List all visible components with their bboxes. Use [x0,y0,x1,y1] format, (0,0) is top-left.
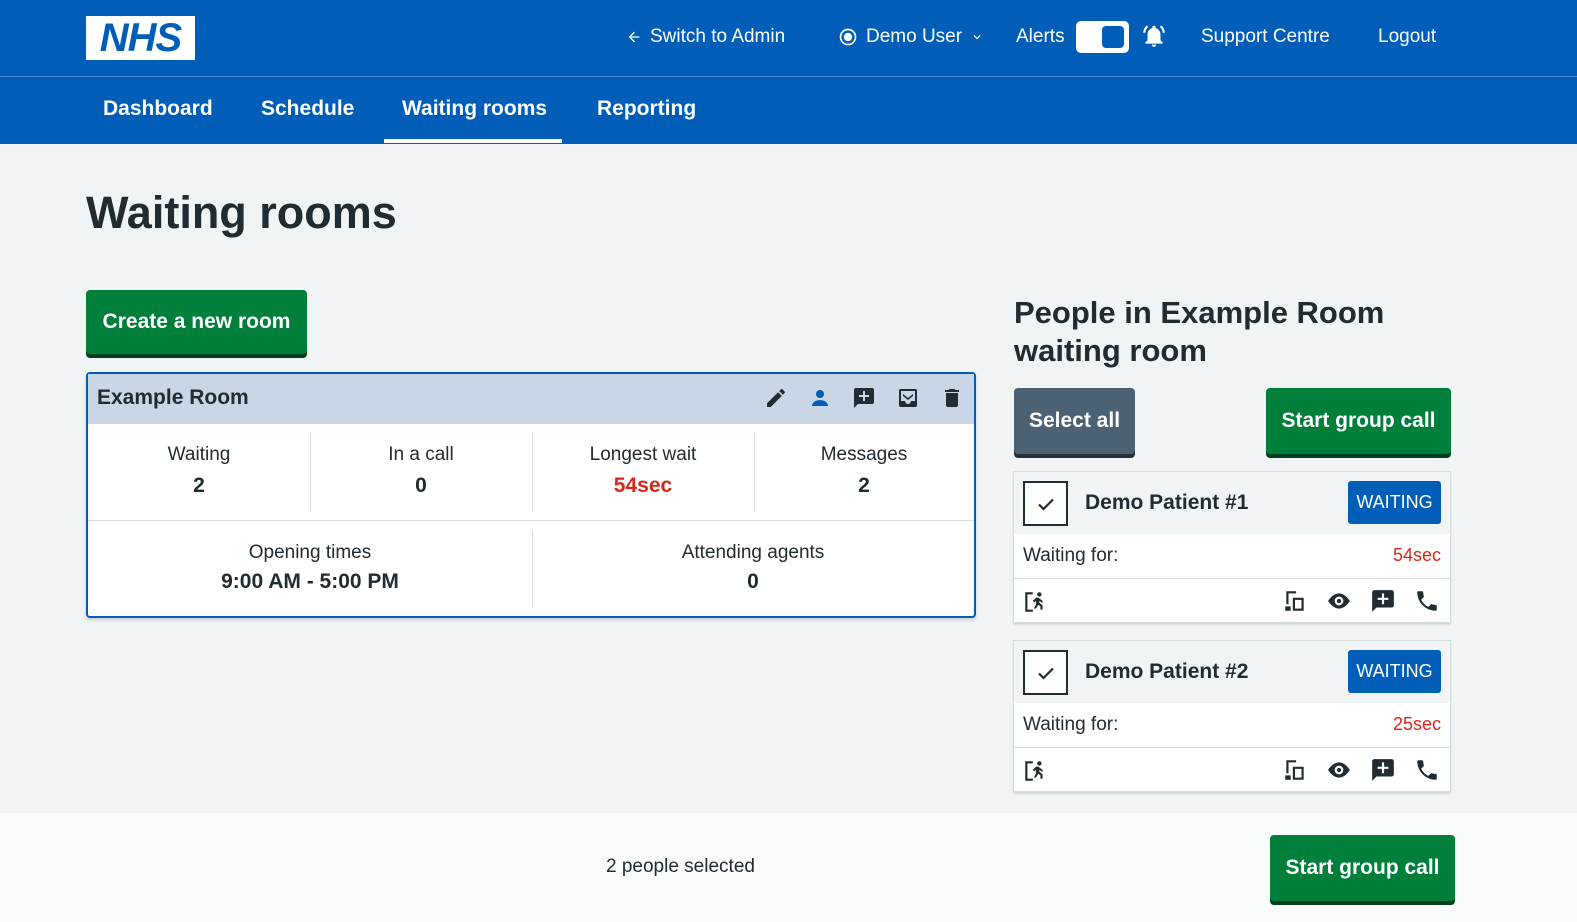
patient-card-header: Demo Patient #2 WAITING [1014,641,1450,703]
transfer-out-wrap [1022,758,1048,789]
arrow-left-icon [628,31,640,43]
waiting-for-label: Waiting for: [1023,714,1119,735]
attending-agents-label: Attending agents [681,542,825,563]
nav-active-indicator [384,139,562,143]
patient-actions [1282,588,1440,614]
check-icon [1037,498,1054,511]
switch-to-admin-label: Switch to Admin [650,26,786,47]
attending-agents-value: 0 [747,570,759,593]
add-message-icon[interactable] [1370,588,1396,614]
room-card: Example Room Waiting 2 In a call 0 Longe… [86,372,976,618]
stat-label: In a call [388,444,454,465]
bell-icon-wrap [1141,23,1167,49]
edit-pencil-icon[interactable] [764,386,788,410]
user-circle-icon [839,28,857,46]
alerts-label: Alerts [1016,24,1065,50]
room-actions [764,386,964,410]
transfer-out-wrap [1022,589,1048,620]
stat-waiting: Waiting 2 [88,444,310,498]
status-badge: WAITING [1348,481,1441,524]
stat-value: 54sec [613,474,673,497]
nav-reporting[interactable]: Reporting [597,97,696,121]
stat-longest-wait: Longest wait 54sec [532,444,754,498]
stat-value: 0 [415,474,427,497]
status-badge: WAITING [1348,650,1441,693]
side-panel-title: People in Example Room waiting room [1014,295,1385,368]
add-message-icon[interactable] [852,386,876,410]
logo-text: NHS [99,16,182,60]
stat-value: 2 [193,474,205,497]
divider [88,520,974,521]
room-card-header: Example Room [88,374,974,424]
patient-actions [1282,757,1440,783]
nhs-logo[interactable]: NHS [86,16,195,60]
page-title: Waiting rooms [86,187,397,238]
stat-label: Waiting [167,444,231,465]
eye-icon[interactable] [1326,757,1352,783]
support-centre-link[interactable]: Support Centre [1201,24,1330,50]
user-name: Demo User [866,26,963,47]
chevron-down-icon [973,35,981,40]
footer-start-group-call-button[interactable]: Start group call [1270,835,1455,901]
stat-in-a-call: In a call 0 [310,444,532,498]
select-all-button[interactable]: Select all [1014,388,1135,454]
exit-transfer-icon[interactable] [1022,589,1048,615]
inbox-icon[interactable] [896,386,920,410]
waiting-for-value: 25sec [1392,714,1441,734]
waiting-for-label: Waiting for: [1023,545,1119,566]
stat-value: 2 [858,474,870,497]
opening-times-value: 9:00 AM - 5:00 PM [221,570,399,593]
patient-card: Demo Patient #2 WAITING Waiting for: 25s… [1013,640,1451,792]
room-name: Example Room [97,386,249,409]
patient-card-header: Demo Patient #1 WAITING [1014,472,1450,534]
divider [1014,747,1450,748]
logout-link[interactable]: Logout [1378,24,1436,50]
stat-label: Longest wait [589,444,697,465]
switch-to-admin-link[interactable]: Switch to Admin [626,24,785,50]
exit-transfer-icon[interactable] [1022,758,1048,784]
phone-icon[interactable] [1414,757,1440,783]
create-room-button[interactable]: Create a new room [86,290,307,354]
opening-times-label: Opening times [248,542,372,563]
divider [1014,578,1450,579]
patient-card: Demo Patient #1 WAITING Waiting for: 54s… [1013,471,1451,623]
user-menu[interactable]: Demo User [838,24,984,50]
patient-name: Demo Patient #1 [1085,491,1249,514]
bell-ringing-icon [1143,25,1165,47]
attending-agents: Attending agents 0 [532,542,974,594]
patient-name: Demo Patient #2 [1085,660,1249,683]
site-header: NHS Switch to Admin Demo User Alerts Sup… [0,0,1577,144]
logout-label: Logout [1378,26,1437,47]
people-selected-text: 2 people selected [606,856,755,877]
opening-times: Opening times 9:00 AM - 5:00 PM [88,542,532,594]
start-group-call-button[interactable]: Start group call [1266,388,1451,454]
trash-icon[interactable] [940,386,964,410]
patient-checkbox[interactable] [1023,650,1068,695]
patient-checkbox[interactable] [1023,481,1068,526]
check-icon [1037,667,1054,680]
alerts-toggle[interactable] [1076,21,1129,53]
phone-icon[interactable] [1414,588,1440,614]
header-top-bar [0,0,1577,77]
nav-waiting-rooms[interactable]: Waiting rooms [402,97,547,121]
support-centre-label: Support Centre [1201,26,1330,47]
add-message-icon[interactable] [1370,757,1396,783]
transfer-device-icon[interactable] [1282,588,1308,614]
toggle-knob [1102,26,1124,48]
stat-messages: Messages 2 [754,444,974,498]
person-icon[interactable] [808,386,832,410]
nav-dashboard[interactable]: Dashboard [103,97,213,121]
stat-label: Messages [820,444,908,465]
waiting-for-value: 54sec [1392,545,1441,565]
nav-schedule[interactable]: Schedule [261,97,354,121]
transfer-device-icon[interactable] [1282,757,1308,783]
alerts-text: Alerts [1016,26,1065,47]
eye-icon[interactable] [1326,588,1352,614]
